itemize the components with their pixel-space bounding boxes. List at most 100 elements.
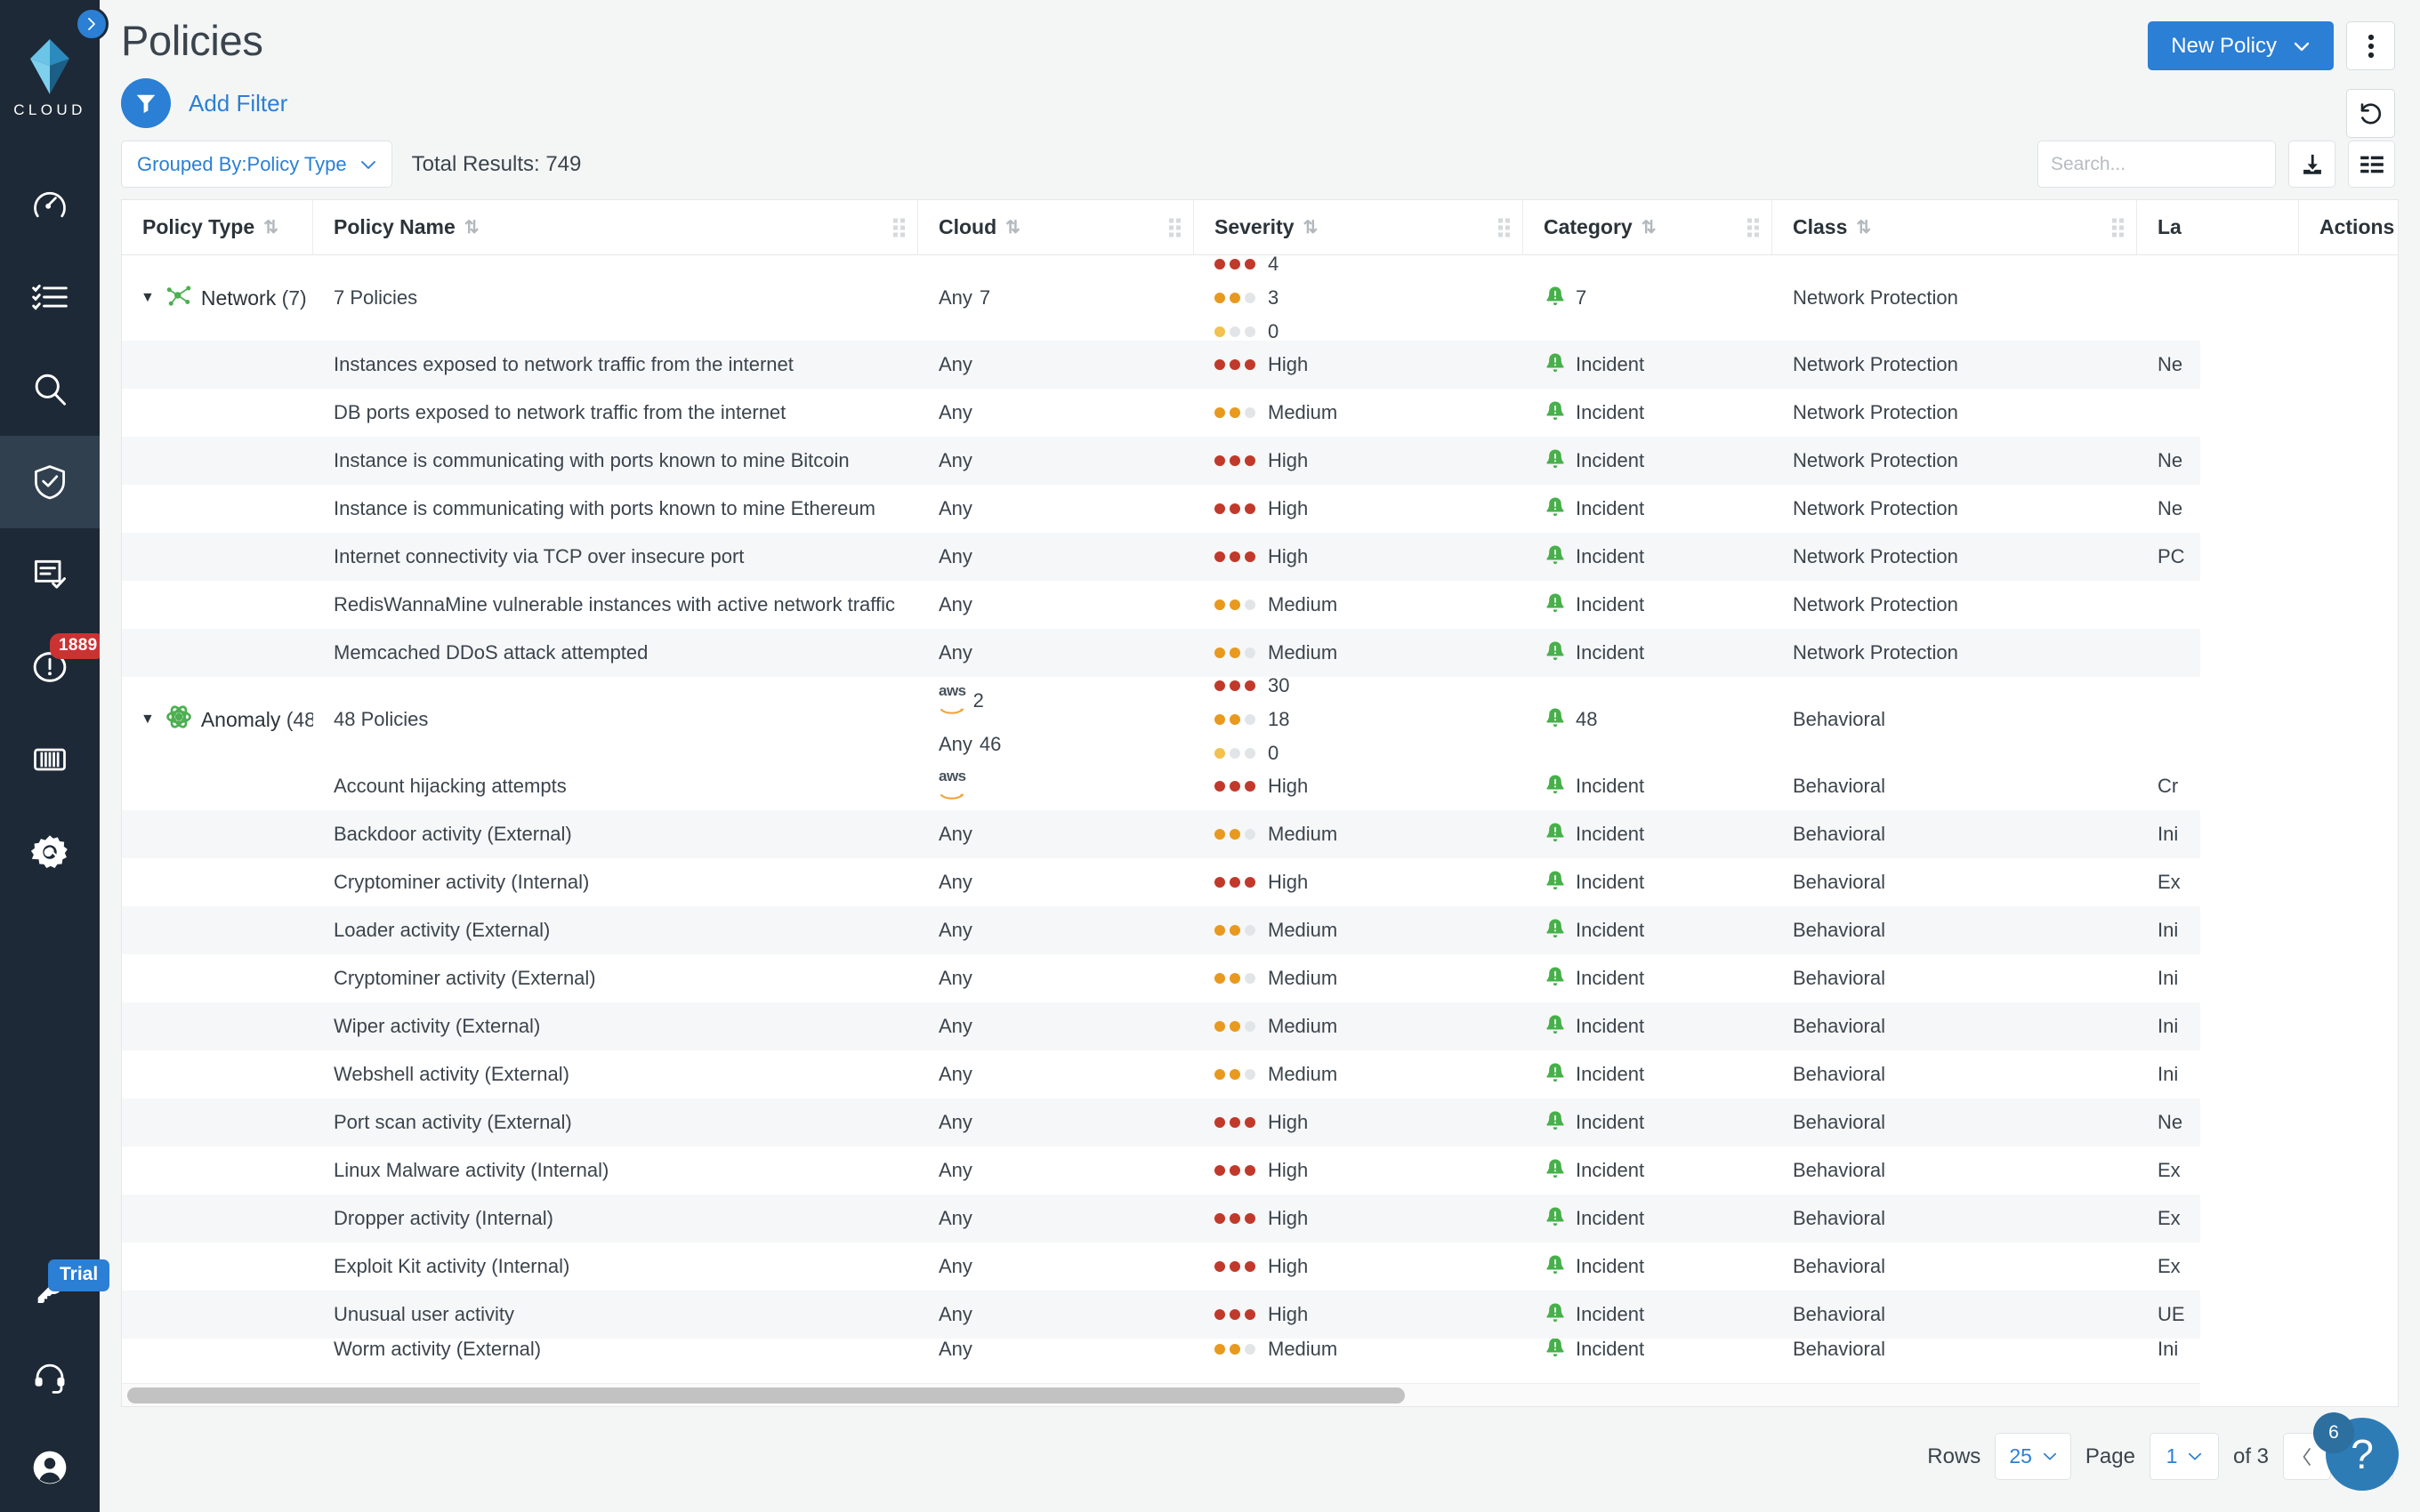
edit-icon[interactable] [2313,400,2338,425]
cell-policy-name[interactable]: Port scan activity (External) [313,1098,918,1146]
group-expand-caret[interactable]: ▼ [141,712,155,728]
bell-icon[interactable] [2358,1014,2381,1039]
cell-policy-name[interactable]: Memcached DDoS attack attempted [313,629,918,677]
filter-button[interactable] [121,78,171,128]
cell-policy-name[interactable]: Instance is communicating with ports kno… [313,485,918,533]
sidebar-collapse-toggle[interactable] [75,7,109,41]
table-row[interactable]: RedisWannaMine vulnerable instances with… [122,581,2398,629]
sort-icon[interactable]: ⇅ [1005,216,1020,238]
table-row[interactable]: Exploit Kit activity (Internal) Any High In… [122,1243,2398,1291]
group-row[interactable]: ▼ Anomaly (48) 48 Policies aws 2Any 46 30 18 0 48… [122,677,2398,762]
table-row[interactable]: DB ports exposed to network traffic from… [122,389,2398,437]
group-expand-caret[interactable]: ▼ [141,290,155,306]
table-row[interactable]: Port scan activity (External) Any High Inci… [122,1098,2398,1146]
sort-icon[interactable]: ⇅ [1856,216,1871,238]
edit-icon[interactable] [2313,822,2338,847]
add-filter-label[interactable]: Add Filter [189,90,287,117]
search-input[interactable] [2051,153,2292,175]
edit-icon[interactable] [2313,1339,2338,1360]
bell-icon[interactable] [2358,1206,2381,1231]
sidebar-item-alerts[interactable]: 1889 [0,621,107,713]
table-row[interactable]: Loader activity (External) Any Medium Incid… [122,906,2398,954]
sort-icon[interactable]: ⇅ [1303,216,1319,238]
table-row[interactable]: Worm activity (External) Any Medium Inciden… [122,1339,2398,1360]
group-type-cell[interactable]: ▼ Network (7) [122,255,313,341]
bell-icon[interactable] [2358,870,2381,895]
edit-icon[interactable] [2313,352,2338,377]
group-row[interactable]: ▼ Network (7) 7 Policies Any 7 4 3 0 7 Network Pr… [122,255,2398,341]
column-resize-handle[interactable] [1169,218,1181,237]
sort-icon[interactable]: ⇅ [263,216,278,238]
column-header-policy-name[interactable]: Policy Name ⇅ [313,200,918,254]
table-row[interactable]: Dropper activity (Internal) Any High Incide… [122,1194,2398,1243]
download-button[interactable] [2288,141,2335,188]
sidebar-item-profile[interactable] [0,1423,100,1512]
table-row[interactable]: Cryptominer activity (Internal) Any High In… [122,858,2398,906]
cell-policy-name[interactable]: Loader activity (External) [313,906,918,954]
sidebar-item-licensing[interactable]: Trial [0,1245,110,1334]
column-header-category[interactable]: Category ⇅ [1523,200,1772,254]
sort-icon[interactable]: ⇅ [1642,216,1657,238]
vertical-scrollbar[interactable] [2379,318,2393,1337]
columns-button[interactable] [2348,141,2395,188]
sidebar-item-dashboard[interactable] [0,158,100,251]
column-header-policy-type[interactable]: Policy Type ⇅ [122,200,313,254]
edit-icon[interactable] [2313,870,2338,895]
edit-icon[interactable] [2313,918,2338,943]
bell-icon[interactable] [2358,1158,2381,1183]
edit-icon[interactable] [2313,592,2338,617]
cell-policy-name[interactable]: Cryptominer activity (Internal) [313,858,918,906]
sidebar-item-compliance[interactable] [0,528,100,621]
edit-icon[interactable] [2313,640,2338,665]
bell-icon[interactable] [2358,822,2381,847]
edit-icon[interactable] [2313,1302,2338,1327]
cell-policy-name[interactable]: Instances exposed to network traffic fro… [313,341,918,389]
group-by-select[interactable]: Grouped By:Policy Type [121,141,392,188]
table-row[interactable]: Internet connectivity via TCP over insec… [122,533,2398,581]
horizontal-scrollbar[interactable] [122,1383,2398,1406]
rows-per-page-select[interactable]: 25 [1995,1433,2071,1480]
table-row[interactable]: Unusual user activity Any High Incident Beha… [122,1291,2398,1339]
table-row[interactable]: Instance is communicating with ports kno… [122,485,2398,533]
bell-icon[interactable] [2358,1110,2381,1135]
edit-icon[interactable] [2313,1206,2338,1231]
edit-icon[interactable] [2313,1110,2338,1135]
edit-icon[interactable] [2313,448,2338,473]
table-row[interactable]: Memcached DDoS attack attempted Any Medium… [122,629,2398,677]
table-row[interactable]: Instance is communicating with ports kno… [122,437,2398,485]
column-resize-handle[interactable] [1498,218,1510,237]
sidebar-item-investigate[interactable] [0,343,100,436]
column-header-class[interactable]: Class ⇅ [1772,200,2137,254]
bell-icon[interactable] [2358,918,2381,943]
cell-policy-name[interactable]: Cryptominer activity (External) [313,954,918,1002]
edit-icon[interactable] [2313,1062,2338,1087]
cell-policy-name[interactable]: Exploit Kit activity (Internal) [313,1243,918,1291]
table-row[interactable]: Webshell activity (External) Any Medium Inc… [122,1050,2398,1098]
cell-policy-name[interactable]: Worm activity (External) [313,1339,918,1360]
vertical-scroll-thumb[interactable] [2381,318,2392,1274]
cell-policy-name[interactable]: Account hijacking attempts [313,762,918,810]
sidebar-item-settings[interactable] [0,806,100,898]
sidebar-item-containers[interactable] [0,713,100,806]
bell-icon[interactable] [2358,1062,2381,1087]
column-header-cloud[interactable]: Cloud ⇅ [918,200,1194,254]
horizontal-scroll-thumb[interactable] [127,1387,1405,1403]
table-row[interactable]: Cryptominer activity (External) Any Medium… [122,954,2398,1002]
column-resize-handle[interactable] [2112,218,2124,237]
column-header-last-modified[interactable]: La [2137,200,2299,254]
search-box[interactable] [2037,141,2292,188]
cell-policy-name[interactable]: Backdoor activity (External) [313,810,918,858]
help-button[interactable]: 6 ? [2313,1412,2399,1491]
edit-icon[interactable] [2313,1158,2338,1183]
cell-policy-name[interactable]: Wiper activity (External) [313,1002,918,1050]
cell-policy-name[interactable]: Instance is communicating with ports kno… [313,437,918,485]
sidebar-item-support[interactable] [0,1334,100,1423]
bell-icon[interactable] [2358,1339,2381,1360]
table-row[interactable]: Wiper activity (External) Any Medium Incide… [122,1002,2398,1050]
bell-icon[interactable] [2358,1254,2381,1279]
refresh-button[interactable] [2346,89,2395,138]
cell-policy-name[interactable]: DB ports exposed to network traffic from… [313,389,918,437]
edit-icon[interactable] [2313,1254,2338,1279]
bell-icon[interactable] [2358,774,2381,799]
column-header-severity[interactable]: Severity ⇅ [1194,200,1523,254]
